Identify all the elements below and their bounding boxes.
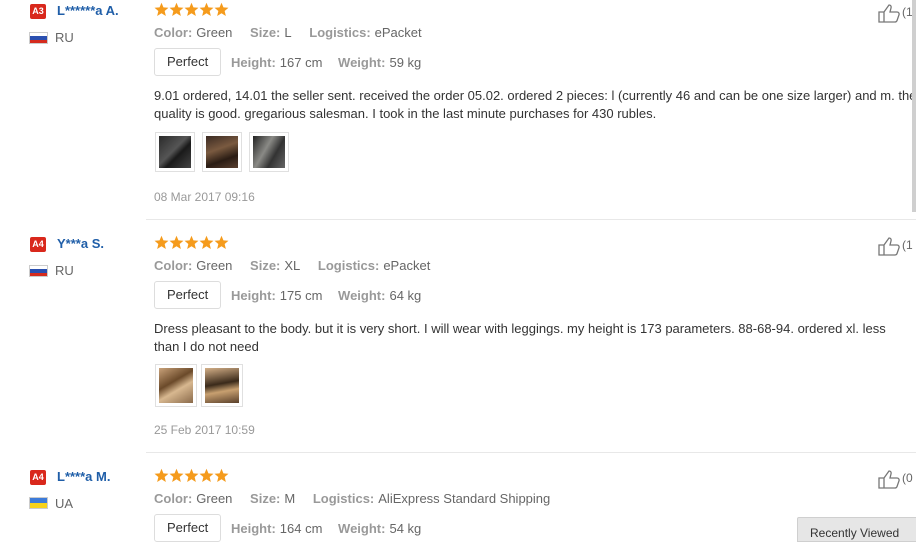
review-photo[interactable] <box>201 364 243 407</box>
reviewer-name: L****a M. <box>57 469 111 484</box>
flag-ua-icon <box>29 497 48 509</box>
review-photo[interactable] <box>249 132 289 172</box>
color-label: Color: <box>154 258 193 273</box>
star-icon <box>154 468 169 482</box>
weight-label: Weight: <box>338 521 386 536</box>
size-label: Size: <box>250 491 281 506</box>
weight-value: 64 kg <box>389 288 422 303</box>
height-label: Height: <box>231 521 276 536</box>
thumbs-up-icon <box>878 4 900 23</box>
logistics-label: Logistics: <box>317 258 380 273</box>
logistics-label: Logistics: <box>309 25 371 40</box>
fit-tag: Perfect <box>154 48 222 76</box>
reviewer-country: RU <box>55 30 74 45</box>
body-info: Height: 175 cm Weight: 64 kg <box>231 288 433 303</box>
star-icon <box>169 2 184 16</box>
review-photo[interactable] <box>155 364 197 407</box>
body-info: Height: 167 cm Weight: 59 kg <box>231 55 433 70</box>
review-date: 08 Mar 2017 09:16 <box>154 190 255 204</box>
star-icon <box>199 468 214 482</box>
scrollbar[interactable] <box>912 0 916 212</box>
review-item: A3 L******a A. RU Color: Green Size: L Log… <box>0 0 916 220</box>
reviewer-country: UA <box>55 496 74 511</box>
logistics-label: Logistics: <box>312 491 375 506</box>
logistics-value: ePacket <box>383 258 431 273</box>
height-label: Height: <box>231 55 276 70</box>
buyer-level-badge: A4 <box>30 237 46 252</box>
star-icon <box>169 468 184 482</box>
review-item: A4 Y***a S. RU Color: Green Size: XL Logis… <box>0 233 916 453</box>
recently-viewed-tab[interactable]: Recently Viewed <box>797 517 916 542</box>
review-text: Dress pleasant to the body. but it is ve… <box>154 321 886 354</box>
height-label: Height: <box>231 288 276 303</box>
size-label: Size: <box>250 25 281 40</box>
review-photo[interactable] <box>202 132 242 172</box>
divider <box>146 219 916 220</box>
star-icon <box>199 235 214 249</box>
helpful-count: (0 <box>902 471 913 486</box>
helpful-count: (1 <box>902 238 913 253</box>
flag-ru-icon <box>29 32 48 44</box>
star-icon <box>169 235 184 249</box>
size-value: XL <box>284 258 301 273</box>
order-info: Color: Green Size: M Logistics: AliExpress … <box>154 491 564 506</box>
helpful-button[interactable]: (1 <box>878 3 913 23</box>
fit-tag: Perfect <box>154 281 222 309</box>
color-value: Green <box>196 258 233 273</box>
star-icon <box>154 235 169 249</box>
review-date: 25 Feb 2017 10:59 <box>154 423 255 437</box>
star-rating <box>154 235 229 251</box>
reviewer-name: Y***a S. <box>57 236 104 251</box>
buyer-level-badge: A3 <box>30 4 46 19</box>
order-info: Color: Green Size: L Logistics: ePacket <box>154 25 436 40</box>
height-value: 167 cm <box>279 55 323 70</box>
buyer-level-badge: A4 <box>30 470 46 485</box>
reviewer-country: RU <box>55 263 74 278</box>
size-value: L <box>284 25 292 40</box>
weight-value: 59 kg <box>389 55 422 70</box>
logistics-value: ePacket <box>374 25 422 40</box>
fit-tag: Perfect <box>154 514 222 542</box>
divider <box>146 452 916 453</box>
star-icon <box>184 468 199 482</box>
order-info: Color: Green Size: XL Logistics: ePacket <box>154 258 444 273</box>
weight-label: Weight: <box>338 288 386 303</box>
weight-label: Weight: <box>338 55 386 70</box>
weight-value: 54 kg <box>389 521 422 536</box>
helpful-button[interactable]: (1 <box>878 236 913 256</box>
color-value: Green <box>196 25 233 40</box>
color-label: Color: <box>154 25 193 40</box>
flag-ru-icon <box>29 265 48 277</box>
body-info: Height: 164 cm Weight: 54 kg <box>231 521 433 536</box>
star-icon <box>199 2 214 16</box>
star-icon <box>214 468 229 482</box>
star-icon <box>214 235 229 249</box>
thumbs-up-icon <box>878 237 900 256</box>
review-item: A4 L****a M. UA Color: Green Size: M Logis… <box>0 466 916 542</box>
color-label: Color: <box>154 491 193 506</box>
logistics-value: AliExpress Standard Shipping <box>378 491 551 506</box>
star-rating <box>154 2 229 18</box>
thumbs-up-icon <box>878 470 900 489</box>
height-value: 175 cm <box>279 288 323 303</box>
size-label: Size: <box>250 258 281 273</box>
reviewer-name: L******a A. <box>57 3 119 18</box>
star-icon <box>184 235 199 249</box>
star-icon <box>214 2 229 16</box>
review-photo[interactable] <box>155 132 195 172</box>
size-value: M <box>284 491 296 506</box>
star-icon <box>154 2 169 16</box>
review-text: 9.01 ordered, 14.01 the seller sent. rec… <box>154 88 916 121</box>
star-rating <box>154 468 229 484</box>
star-icon <box>184 2 199 16</box>
helpful-button[interactable]: (0 <box>878 469 913 489</box>
color-value: Green <box>196 491 233 506</box>
height-value: 164 cm <box>279 521 323 536</box>
